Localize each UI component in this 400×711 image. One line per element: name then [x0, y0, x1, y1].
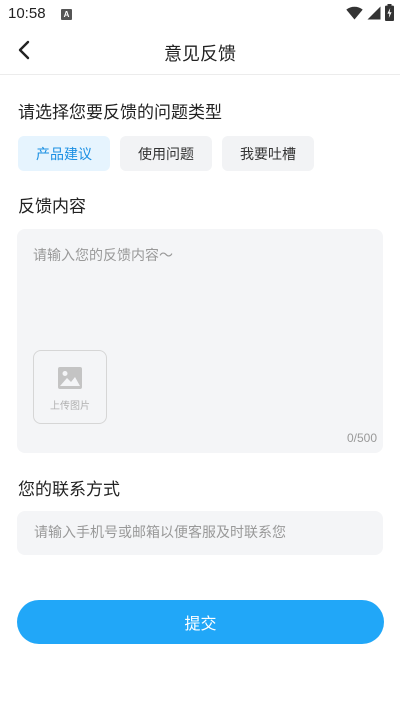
battery-charging-icon — [385, 3, 394, 25]
upload-image-button[interactable]: 上传图片 — [33, 350, 107, 424]
feedback-type-options: 产品建议 使用问题 我要吐槽 — [18, 136, 314, 171]
feedback-textarea[interactable] — [33, 245, 367, 345]
feedback-type-label: 请选择您要反馈的问题类型 — [18, 103, 222, 123]
content-box: 上传图片 0/500 — [17, 229, 383, 453]
upload-label: 上传图片 — [50, 401, 90, 412]
page-title: 意见反馈 — [164, 44, 236, 65]
char-count: 0/500 — [346, 431, 377, 445]
nav-bar: 意见反馈 — [0, 30, 400, 75]
image-icon — [58, 367, 82, 389]
wifi-icon — [346, 5, 363, 24]
contact-label: 您的联系方式 — [18, 480, 120, 500]
signal-icon — [367, 5, 381, 24]
submit-button[interactable]: 提交 — [17, 600, 384, 644]
content-label: 反馈内容 — [18, 197, 86, 217]
status-icons — [346, 3, 394, 25]
chip-product-suggestion[interactable]: 产品建议 — [18, 136, 110, 171]
contact-input[interactable] — [17, 511, 383, 555]
chip-usage-issue[interactable]: 使用问题 — [120, 136, 212, 171]
status-bar: 10:58 A — [0, 0, 400, 30]
chip-complaint[interactable]: 我要吐槽 — [222, 136, 314, 171]
status-time: 10:58 — [8, 5, 46, 22]
notification-badge: A — [61, 9, 72, 20]
